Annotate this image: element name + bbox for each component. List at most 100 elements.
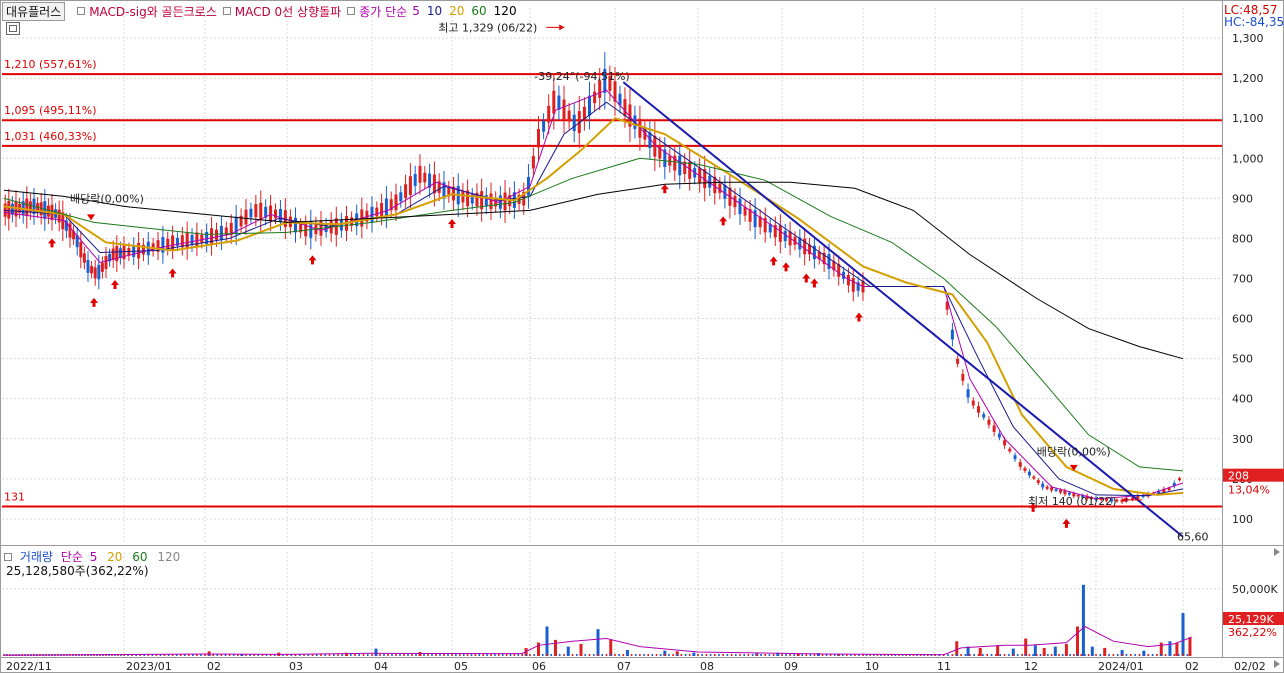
volume-bar (1024, 654, 1027, 656)
volume-bar (1159, 642, 1163, 656)
volume-bar (1147, 654, 1149, 656)
volume-bar (1091, 654, 1094, 656)
volume-bar (558, 654, 561, 656)
price-candle (982, 414, 986, 418)
volume-bar (651, 654, 654, 656)
volume-bar (423, 654, 425, 656)
legend-ma-20[interactable]: 20 (449, 4, 464, 18)
stock-chart[interactable]: 1002003004005006007008009001,0001,1001,2… (0, 0, 1284, 673)
volume-bar (399, 654, 401, 656)
price-candle (423, 172, 427, 183)
chart-settings-icon[interactable] (6, 22, 20, 35)
price-candle (557, 95, 561, 110)
volume-bar (1134, 654, 1136, 656)
volume-bar (459, 654, 461, 656)
price-candle (1003, 440, 1007, 446)
legend-ma-method[interactable]: 종가 단순 (359, 3, 407, 20)
price-candle (733, 195, 737, 208)
price-candle (93, 267, 97, 279)
price-tick-label: 800 (1232, 232, 1253, 245)
volume-bar (411, 654, 413, 656)
time-tick-label: 2023/01 (126, 660, 172, 673)
volume-bar (1186, 654, 1189, 656)
buy-signal-arrow-icon (168, 268, 177, 278)
volume-bar (1065, 654, 1068, 656)
volume-bar (554, 654, 557, 656)
price-candle (971, 400, 975, 406)
high-price-pointer-icon (559, 24, 565, 31)
price-candle (503, 192, 507, 211)
volume-bar (1112, 654, 1115, 656)
stock-name-tag[interactable]: 대유플러스 (2, 1, 66, 21)
volume-bar (1069, 654, 1071, 656)
price-candle (394, 194, 398, 211)
volume-bar (1156, 654, 1158, 656)
volume-bar (482, 654, 484, 656)
price-candle (678, 155, 682, 176)
volume-bar (1076, 626, 1079, 656)
buy-signal-arrow-icon (448, 219, 456, 229)
volume-bar (718, 654, 720, 656)
volume-bar (977, 654, 980, 656)
legend-ma-120[interactable]: 120 (494, 4, 517, 18)
volume-bar (1084, 654, 1086, 656)
price-candle (219, 225, 223, 241)
scroll-right-icon (1274, 660, 1280, 668)
price-candle (593, 91, 597, 104)
price-candle (1013, 455, 1017, 460)
price-candle (269, 205, 273, 221)
volume-bar (546, 654, 548, 656)
legend-ma-5[interactable]: 5 (412, 4, 420, 18)
legend-macd-zero[interactable]: MACD 0선 상향돌파 (235, 3, 341, 20)
time-tick-label: 02/02 (1234, 660, 1266, 673)
volume-bar (470, 654, 473, 656)
volume-bar (747, 654, 750, 656)
time-tick-label: 2022/11 (6, 660, 52, 673)
price-candle (547, 105, 551, 123)
dividend-annotation: 배당락(0,00%) (70, 192, 144, 205)
volume-bar (537, 654, 540, 656)
volume-bar (781, 654, 783, 656)
volume-bar (466, 654, 469, 656)
volume-bar (395, 654, 397, 656)
price-candle (408, 176, 412, 195)
volume-bar (498, 654, 500, 656)
price-candle (294, 217, 297, 233)
last-price-label: 208 (1228, 470, 1249, 483)
legend-macd-sig[interactable]: MACD-sig와 골든크로스 (89, 3, 217, 20)
volume-bar (345, 654, 348, 656)
price-candle (200, 234, 204, 243)
volume-bar (1081, 584, 1085, 656)
volume-bar (722, 654, 724, 656)
volume-bar (664, 654, 666, 656)
volume-bar (431, 654, 433, 656)
price-candle (537, 129, 540, 148)
volume-bar (415, 654, 417, 656)
volume-bar (676, 654, 679, 656)
price-tick-label: 1,000 (1232, 152, 1264, 165)
price-candle (977, 406, 980, 413)
volume-bar (684, 654, 687, 656)
volume-bar (505, 654, 508, 656)
volume-bar (751, 654, 754, 656)
volume-bar (537, 642, 540, 656)
volume-bar (756, 654, 758, 656)
volume-bar (383, 654, 385, 656)
volume-bar (639, 654, 641, 656)
price-candle (7, 201, 11, 219)
volume-bar (726, 654, 729, 656)
time-tick-label: 11 (937, 660, 951, 673)
volume-bar (735, 654, 737, 656)
moving-average-10 (3, 101, 1184, 497)
volume-ma-120[interactable]: 120 (157, 550, 180, 564)
volume-bar (622, 654, 625, 656)
volume-bar (567, 654, 570, 656)
time-tick-label: 05 (454, 660, 468, 673)
legend-ma-60[interactable]: 60 (471, 4, 486, 18)
price-candle (489, 193, 493, 210)
legend-ma-10[interactable]: 10 (427, 4, 442, 18)
volume-bar (1121, 654, 1123, 656)
price-candle (1054, 489, 1058, 491)
price-tick-label: 300 (1232, 433, 1253, 446)
volume-bar (427, 654, 429, 656)
